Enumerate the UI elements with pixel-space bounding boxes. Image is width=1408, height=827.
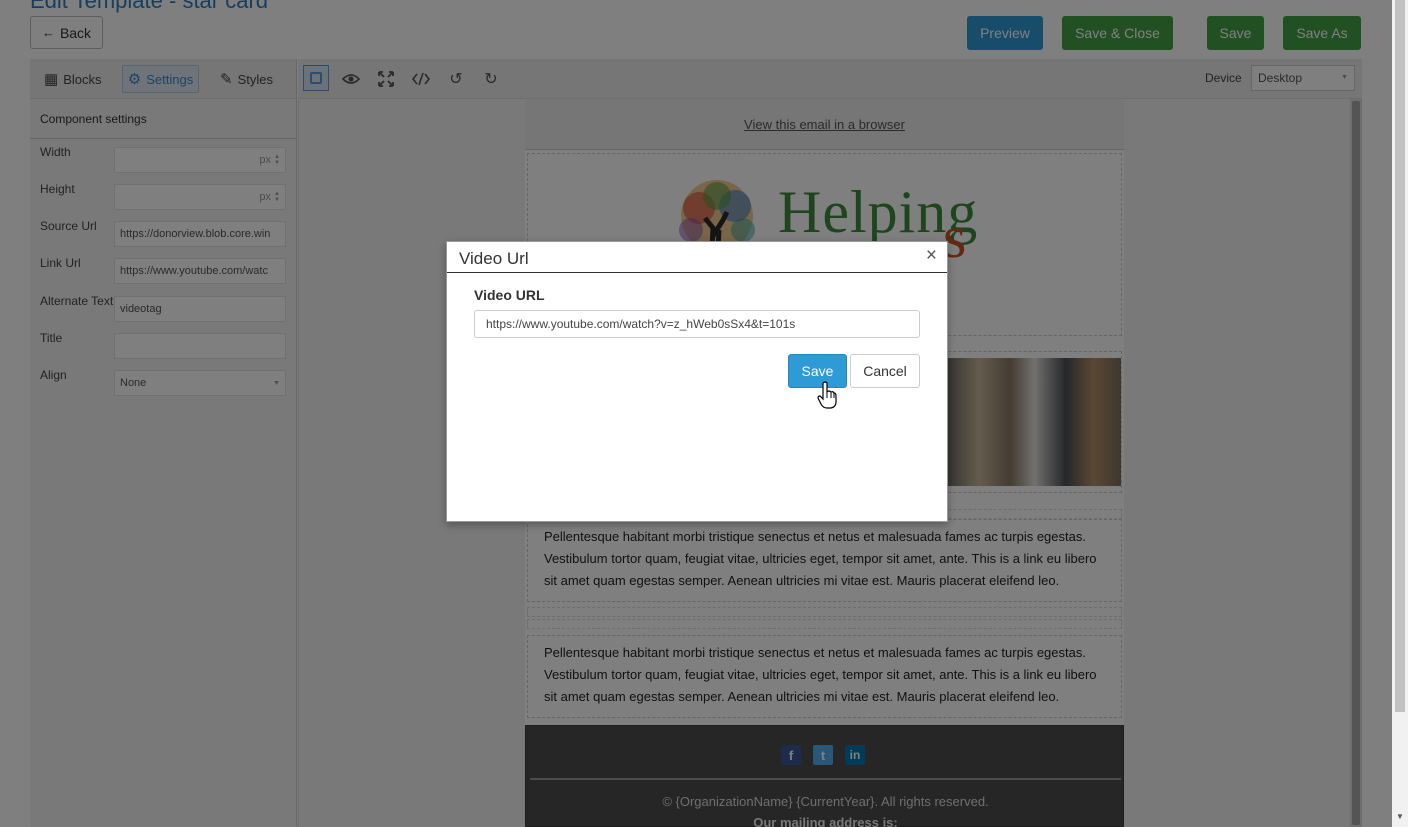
dialog-cancel-button[interactable]: Cancel: [850, 354, 920, 388]
video-url-input[interactable]: https://www.youtube.com/watch?v=z_hWeb0s…: [474, 310, 920, 338]
scroll-down-icon[interactable]: ▼: [1392, 812, 1408, 826]
dialog-title: Video Url: [459, 249, 529, 268]
dialog-header: Video Url ×: [447, 242, 947, 273]
close-icon[interactable]: ×: [926, 245, 937, 267]
page-scrollbar[interactable]: ▼: [1392, 0, 1408, 827]
hand-cursor-icon: [817, 381, 837, 409]
video-url-dialog: Video Url × Video URL https://www.youtub…: [446, 241, 948, 522]
video-url-label: Video URL: [474, 287, 545, 303]
page-scroll-thumb[interactable]: [1395, 0, 1405, 712]
